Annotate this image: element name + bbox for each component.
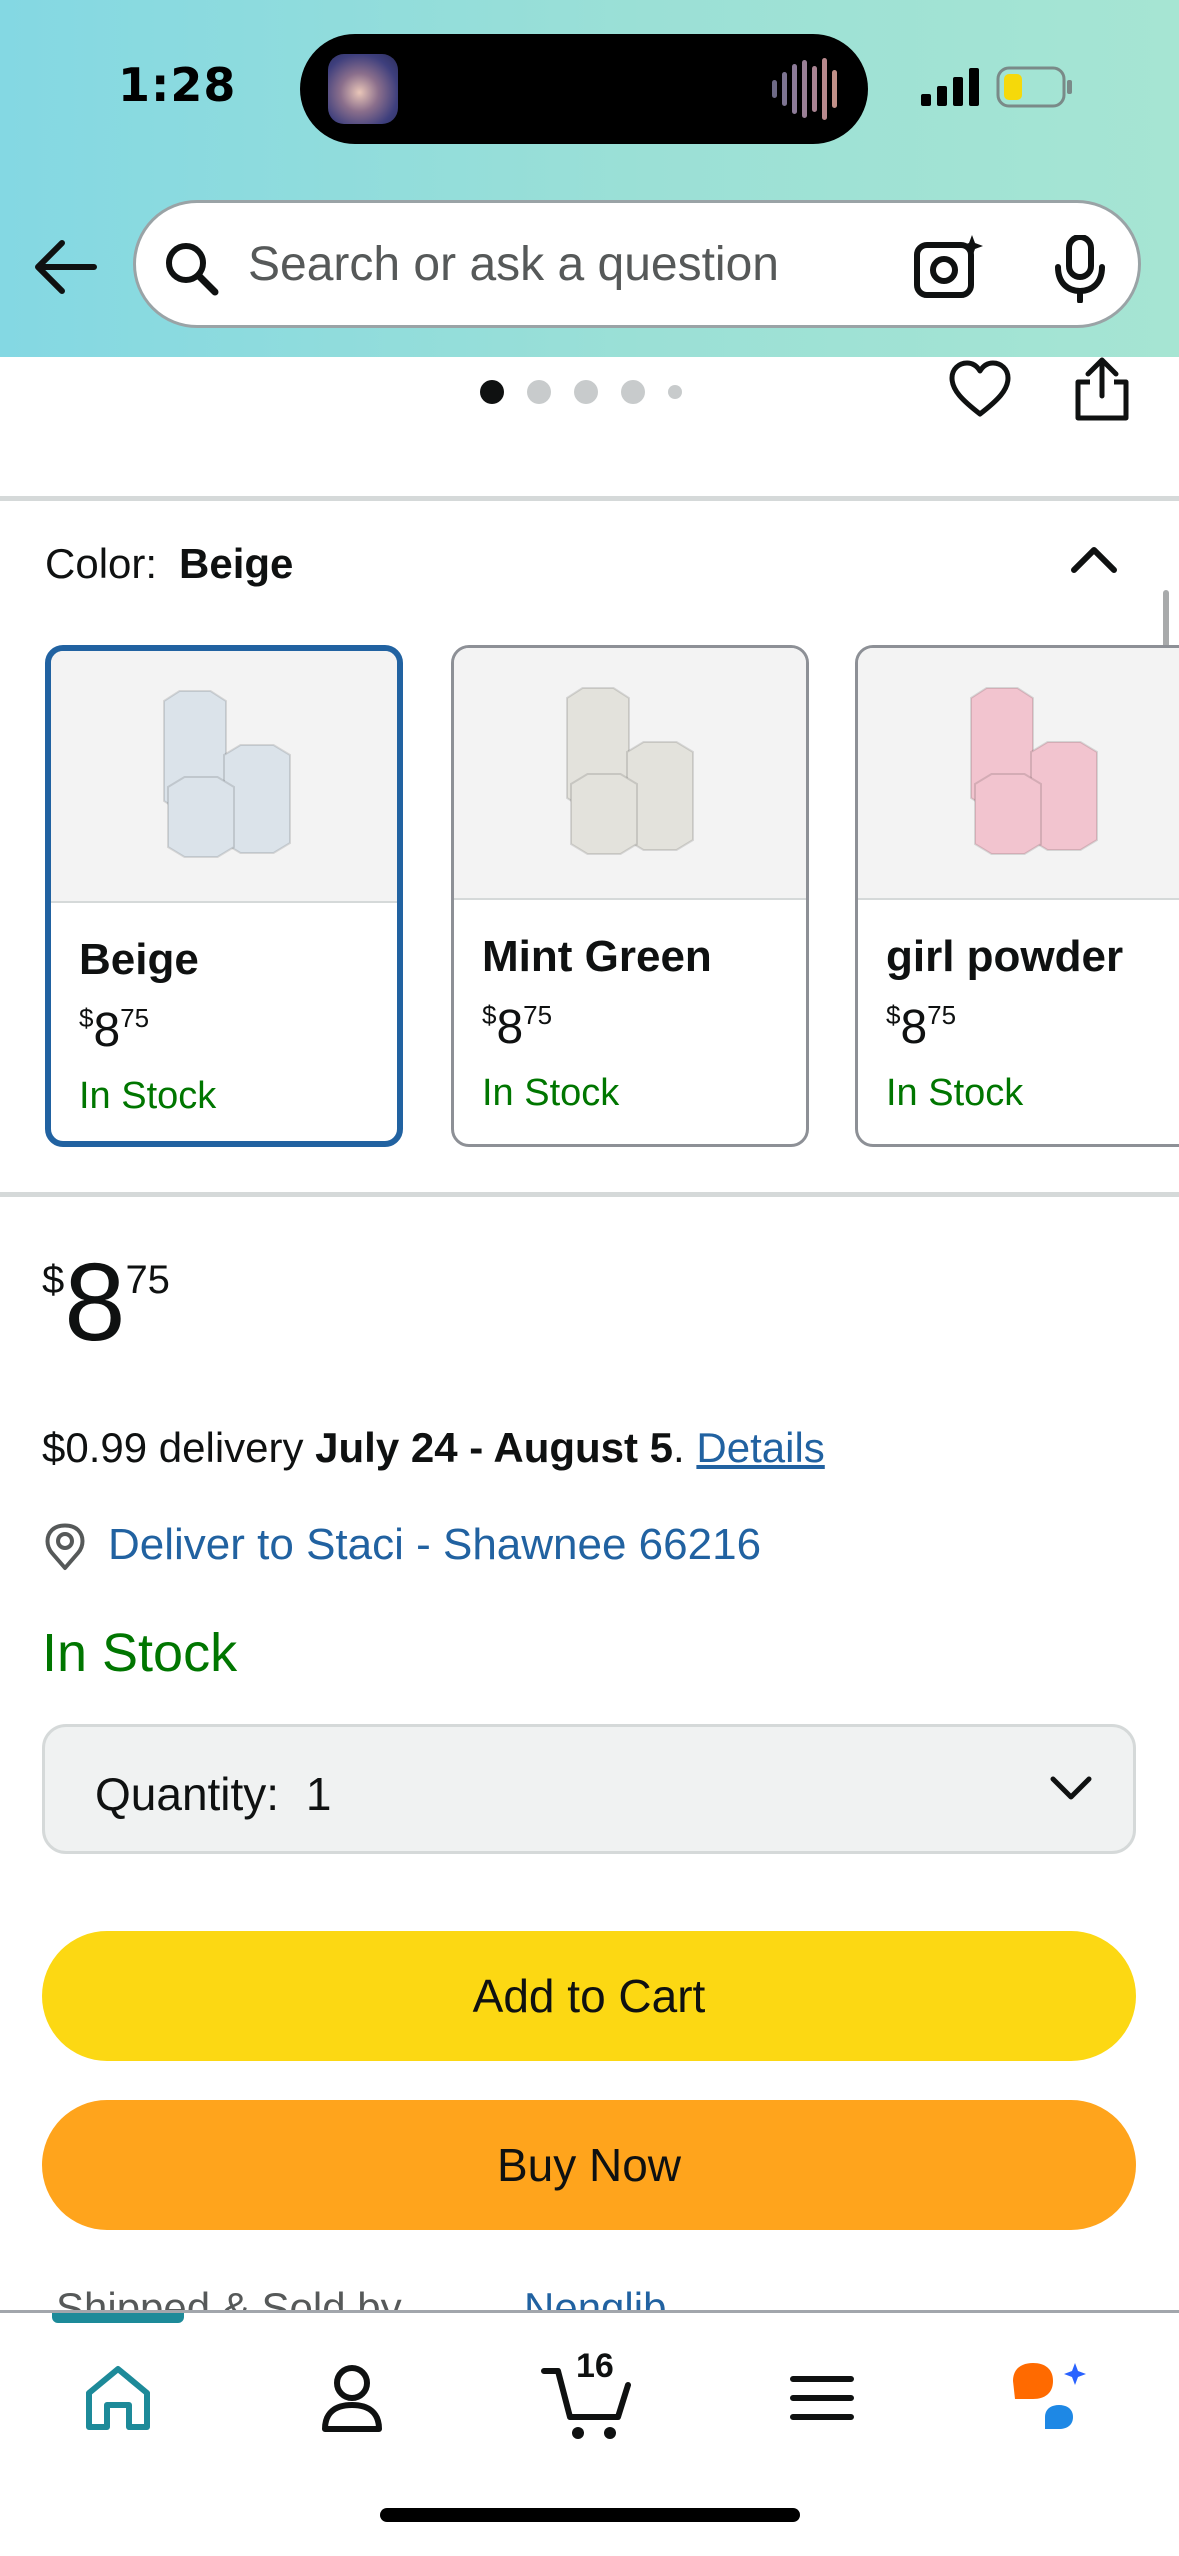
active-tab-indicator	[52, 2313, 184, 2323]
color-swatch-mint-green[interactable]: Mint Green $875 In Stock	[451, 645, 809, 1147]
carousel-dot[interactable]	[480, 380, 504, 404]
buy-now-button[interactable]: Buy Now	[42, 2100, 1136, 2230]
swatch-price: $875	[482, 1000, 552, 1055]
price-fraction: 75	[523, 1000, 553, 1030]
pen-holder-image	[970, 687, 1098, 855]
visual-search-camera-icon[interactable]	[914, 233, 984, 299]
price-fraction: 75	[125, 1258, 170, 1302]
ai-assistant-icon[interactable]	[1005, 2353, 1095, 2443]
quantity-selector[interactable]: Quantity: 1	[42, 1724, 1136, 1854]
cart-count-badge: 16	[576, 2347, 614, 2385]
swatch-stock-status: In Stock	[482, 1072, 620, 1114]
swatch-name: Mint Green	[482, 932, 712, 981]
pen-holder-image	[566, 687, 694, 855]
menu-icon[interactable]	[777, 2353, 867, 2443]
search-bar[interactable]: Search or ask a question	[133, 200, 1141, 328]
swatch-product-image	[454, 648, 806, 900]
chevron-up-icon[interactable]	[1068, 540, 1120, 576]
cart-tab[interactable]: 16	[540, 2347, 640, 2443]
price-currency: $	[79, 1003, 94, 1033]
carousel-dot[interactable]	[621, 380, 645, 404]
quantity-value: 1	[305, 1768, 332, 1820]
account-icon[interactable]	[307, 2353, 397, 2443]
color-variation-label: Color: Beige	[45, 540, 293, 588]
audio-waveform-icon	[772, 58, 837, 120]
swatch-name: girl powder	[886, 932, 1124, 981]
color-swatch-beige[interactable]: Beige $875 In Stock	[45, 645, 403, 1147]
pen-holder-cup	[974, 773, 1042, 855]
pen-holder-cup	[570, 773, 638, 855]
quantity-label: Quantity: 1	[95, 1767, 331, 1821]
price-whole: 8	[900, 1001, 928, 1054]
price-whole: 8	[496, 1001, 524, 1054]
dynamic-island	[300, 34, 868, 144]
home-icon[interactable]	[73, 2353, 163, 2443]
carousel-dot[interactable]	[668, 385, 682, 399]
search-icon	[166, 243, 219, 296]
swatch-price: $875	[79, 1003, 149, 1058]
quantity-label-text: Quantity:	[95, 1768, 280, 1820]
product-price: $875	[42, 1248, 170, 1358]
delivery-dates: July 24 - August 5	[315, 1424, 674, 1471]
price-whole: 8	[93, 1004, 121, 1057]
add-to-cart-button[interactable]: Add to Cart	[42, 1931, 1136, 2061]
swatch-name: Beige	[79, 935, 199, 984]
microphone-icon[interactable]	[1050, 235, 1110, 303]
carousel-dot[interactable]	[574, 380, 598, 404]
swatch-stock-status: In Stock	[886, 1072, 1024, 1114]
top-header: 1:28 Search or ask a question	[0, 0, 1179, 357]
price-currency: $	[482, 1000, 497, 1030]
search-input[interactable]: Search or ask a question	[248, 237, 779, 292]
color-swatch-list: Beige $875 In Stock Mint Green $875 In S…	[45, 645, 1179, 1147]
delivery-details-link[interactable]: Details	[696, 1424, 824, 1471]
color-swatch-girl-powder[interactable]: girl powder $875 In Stock	[855, 645, 1179, 1147]
back-arrow-icon[interactable]	[30, 232, 100, 302]
home-indicator	[380, 2508, 800, 2522]
deliver-to-link[interactable]: Deliver to Staci - Shawnee 66216	[108, 1520, 761, 1570]
swatch-price: $875	[886, 1000, 956, 1055]
now-playing-artwork	[328, 54, 398, 124]
color-label-prefix: Color:	[45, 540, 158, 587]
pen-holder-cup	[167, 776, 235, 858]
selected-color-name: Beige	[179, 540, 294, 587]
delivery-fee: $0.99 delivery	[42, 1424, 304, 1471]
chevron-down-icon	[1050, 1776, 1092, 1800]
price-fraction: 75	[927, 1000, 957, 1030]
location-pin-icon	[45, 1523, 85, 1570]
delivery-period: .	[673, 1424, 685, 1471]
status-time: 1:28	[118, 58, 237, 112]
image-carousel-dots[interactable]	[480, 380, 682, 404]
availability-status: In Stock	[42, 1623, 238, 1683]
swatch-product-image	[858, 648, 1179, 900]
section-divider	[0, 496, 1179, 501]
share-icon[interactable]	[1072, 356, 1132, 422]
price-currency: $	[42, 1258, 65, 1302]
price-currency: $	[886, 1000, 901, 1030]
carousel-dot[interactable]	[527, 380, 551, 404]
swatch-product-image	[51, 651, 397, 903]
delivery-estimate: $0.99 delivery July 24 - August 5. Detai…	[42, 1424, 825, 1472]
swatch-stock-status: In Stock	[79, 1075, 217, 1117]
cellular-signal-icon	[921, 68, 979, 106]
wishlist-heart-icon[interactable]	[948, 358, 1012, 422]
pen-holder-image	[163, 690, 291, 858]
price-fraction: 75	[120, 1003, 150, 1033]
price-whole: 8	[64, 1241, 126, 1364]
battery-icon	[996, 66, 1072, 108]
section-divider	[0, 1192, 1179, 1197]
